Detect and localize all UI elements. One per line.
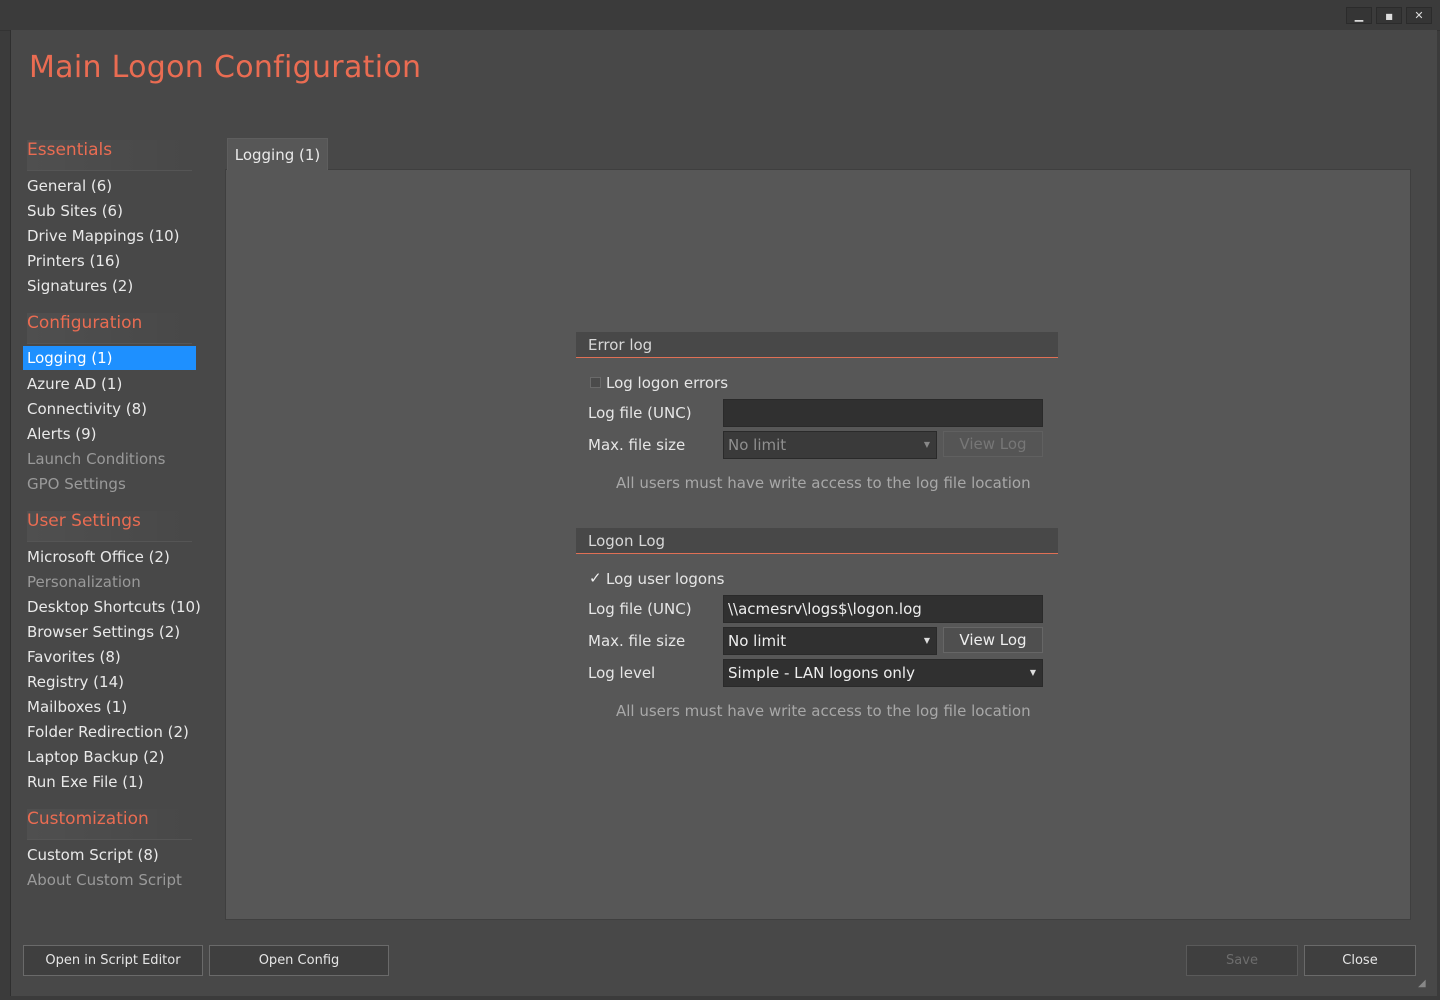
chevron-down-icon: ▼: [923, 636, 930, 645]
sidebar-item-desktop-shortcuts[interactable]: Desktop Shortcuts (10): [23, 595, 201, 619]
sidebar-item-folder-redirection[interactable]: Folder Redirection (2): [23, 720, 196, 744]
error-log-size-value: No limit: [728, 436, 787, 454]
page-title: Main Logon Configuration: [29, 50, 422, 85]
error-log-header: Error log: [576, 332, 1058, 358]
minimize-icon: ▁: [1354, 9, 1364, 22]
close-icon: ✕: [1414, 9, 1424, 22]
sidebar-item-sub-sites[interactable]: Sub Sites (6): [23, 199, 196, 223]
log-user-logons-checkbox[interactable]: ✓: [589, 571, 602, 586]
sidebar-item-microsoft-office[interactable]: Microsoft Office (2): [23, 545, 196, 569]
logon-log-size-select[interactable]: No limit ▼: [723, 627, 937, 655]
chevron-down-icon: ▼: [1029, 668, 1036, 677]
section-header-configuration: Configuration: [27, 313, 192, 344]
sidebar-item-personalization[interactable]: Personalization: [23, 570, 196, 594]
logon-log-size-label: Max. file size: [588, 632, 686, 650]
sidebar-item-mailboxes[interactable]: Mailboxes (1): [23, 695, 196, 719]
title-bar: ▁ ■ ✕: [0, 0, 1440, 31]
error-log-note: All users must have write access to the …: [616, 474, 1031, 492]
resize-grip-icon[interactable]: ◢: [1418, 978, 1428, 989]
close-window-button[interactable]: ✕: [1406, 7, 1432, 24]
sidebar-item-printers[interactable]: Printers (16): [23, 249, 196, 273]
minimize-button[interactable]: ▁: [1346, 7, 1372, 24]
error-view-log-button[interactable]: View Log: [943, 431, 1043, 457]
section-header-user-settings: User Settings: [27, 511, 192, 542]
open-in-script-editor-button[interactable]: Open in Script Editor: [23, 945, 203, 976]
logon-log-header: Logon Log: [576, 528, 1058, 554]
maximize-icon: ■: [1385, 12, 1393, 21]
chevron-down-icon: ▼: [923, 440, 930, 449]
close-button[interactable]: Close: [1304, 945, 1416, 976]
sidebar-item-azure-ad[interactable]: Azure AD (1): [23, 372, 196, 396]
logon-view-log-button[interactable]: View Log: [943, 627, 1043, 653]
sidebar-item-registry[interactable]: Registry (14): [23, 670, 196, 694]
logon-log-note: All users must have write access to the …: [616, 702, 1031, 720]
log-logon-errors-label: Log logon errors: [606, 374, 729, 392]
log-level-select[interactable]: Simple - LAN logons only ▼: [723, 659, 1043, 687]
error-log-file-label: Log file (UNC): [588, 404, 692, 422]
save-button[interactable]: Save: [1186, 945, 1298, 976]
error-log-size-label: Max. file size: [588, 436, 686, 454]
log-level-label: Log level: [588, 664, 656, 682]
sidebar-item-connectivity[interactable]: Connectivity (8): [23, 397, 196, 421]
section-header-essentials: Essentials: [27, 140, 192, 171]
logon-log-size-value: No limit: [728, 632, 787, 650]
sidebar-item-launch-conditions[interactable]: Launch Conditions: [23, 447, 196, 471]
sidebar-item-run-exe-file[interactable]: Run Exe File (1): [23, 770, 196, 794]
maximize-button[interactable]: ■: [1376, 7, 1402, 24]
sidebar-item-alerts[interactable]: Alerts (9): [23, 422, 196, 446]
sidebar-item-favorites[interactable]: Favorites (8): [23, 645, 196, 669]
sidebar-item-general[interactable]: General (6): [23, 174, 196, 198]
sidebar-item-browser-settings[interactable]: Browser Settings (2): [23, 620, 196, 644]
sidebar-item-logging[interactable]: Logging (1): [23, 346, 196, 370]
section-header-customization: Customization: [27, 809, 192, 840]
sidebar-item-custom-script[interactable]: Custom Script (8): [23, 843, 196, 867]
error-log-size-select[interactable]: No limit ▼: [723, 431, 937, 459]
sidebar-item-gpo-settings[interactable]: GPO Settings: [23, 472, 196, 496]
checkmark-icon: ✓: [589, 569, 602, 587]
logon-log-file-input[interactable]: \\acmesrv\logs$\logon.log: [723, 595, 1043, 623]
log-user-logons-label: Log user logons: [606, 570, 725, 588]
sidebar-item-drive-mappings[interactable]: Drive Mappings (10): [23, 224, 196, 248]
open-config-button[interactable]: Open Config: [209, 945, 389, 976]
sidebar-item-about-custom-script[interactable]: About Custom Script: [23, 868, 196, 892]
sidebar-item-laptop-backup[interactable]: Laptop Backup (2): [23, 745, 196, 769]
log-logon-errors-checkbox[interactable]: [590, 377, 601, 388]
error-log-file-input[interactable]: [723, 399, 1043, 427]
tab-logging[interactable]: Logging (1): [227, 138, 328, 170]
logon-log-file-label: Log file (UNC): [588, 600, 692, 618]
log-level-value: Simple - LAN logons only: [728, 664, 915, 682]
sidebar-item-signatures[interactable]: Signatures (2): [23, 274, 196, 298]
